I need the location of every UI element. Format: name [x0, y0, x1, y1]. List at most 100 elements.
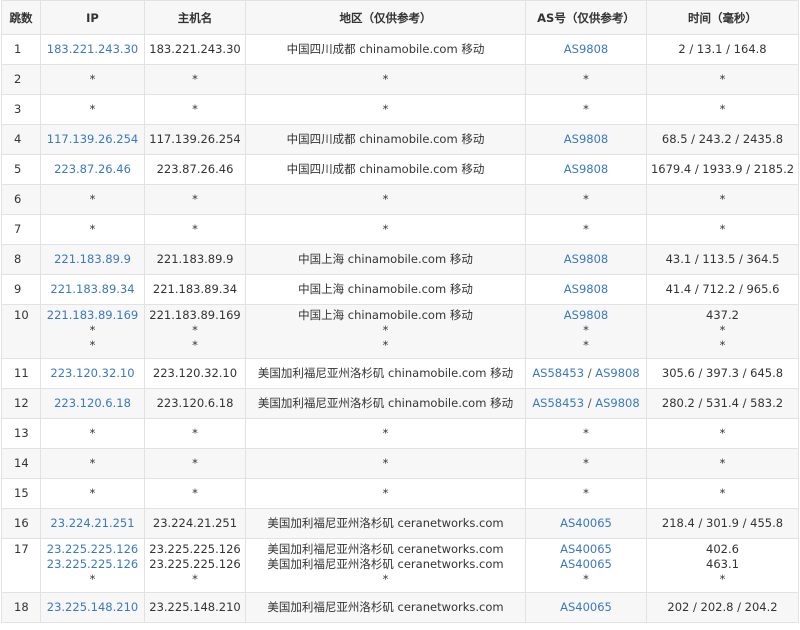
ip-text: *	[89, 338, 96, 352]
ip-link[interactable]: 221.183.89.34	[44, 282, 141, 297]
region-text: 中国上海 chinamobile.com 移动	[298, 282, 473, 296]
as-link[interactable]: AS58453	[532, 396, 584, 410]
hostname-cell: 223.120.32.10	[144, 358, 246, 389]
ip-cell: 221.183.89.169 * *	[40, 304, 145, 359]
as-link[interactable]: AS40065	[560, 516, 612, 530]
region-cell: 美国加利福尼亚州洛杉矶 ceranetworks.com	[245, 592, 526, 623]
as-cell: *	[525, 94, 647, 125]
hostname-cell: *	[144, 214, 246, 245]
as-link[interactable]: AS40065	[560, 600, 612, 614]
ip-link[interactable]: 23.225.225.126	[44, 557, 141, 572]
as-line: AS9808	[529, 162, 643, 177]
ip-link[interactable]: 183.221.243.30	[44, 42, 141, 57]
ip-link[interactable]: 223.120.32.10	[44, 366, 141, 381]
time-text: 463.1	[706, 557, 739, 571]
ip-link[interactable]: 221.183.89.169	[44, 308, 141, 323]
table-row: 18 23.225.148.210 23.225.148.210 美国加利福尼亚州洛杉…	[1, 592, 799, 623]
region-text: 美国加利福尼亚州洛杉矶 chinamobile.com 移动	[257, 366, 514, 380]
as-link[interactable]: AS9808	[564, 42, 608, 56]
region-text: 美国加利福尼亚州洛杉矶 ceranetworks.com	[267, 542, 504, 556]
as-cell: AS9808 * *	[525, 304, 647, 359]
region-cell: 中国四川成都 chinamobile.com 移动	[245, 124, 526, 155]
table-row: 14 * * * * *	[1, 448, 799, 479]
region-text: 中国四川成都 chinamobile.com 移动	[286, 162, 485, 176]
as-link[interactable]: AS9808	[564, 162, 608, 176]
ip-link[interactable]: 23.225.148.210	[44, 600, 141, 615]
hostname-text: 223.87.26.46	[156, 162, 234, 176]
region-text: *	[382, 456, 389, 470]
hop-number: 1	[1, 34, 41, 65]
table-row: 13 * * * * *	[1, 418, 799, 449]
time-cell: 43.1 / 113.5 / 364.5	[646, 244, 799, 275]
hostname-text: 23.225.225.126	[149, 557, 241, 571]
header-host: 主机名	[144, 0, 246, 35]
region-text: *	[382, 222, 389, 236]
ip-cell: *	[40, 184, 145, 215]
ip-link[interactable]: 23.224.21.251	[44, 516, 141, 531]
hostname-text: *	[192, 323, 198, 337]
region-text: *	[382, 486, 389, 500]
hostname-text: 183.221.243.30	[149, 42, 241, 56]
as-text: *	[583, 102, 589, 116]
as-link[interactable]: AS9808	[564, 252, 608, 266]
table-row: 16 23.224.21.251 23.224.21.251 美国加利福尼亚州洛杉矶 …	[1, 508, 799, 539]
hop-number: 2	[1, 64, 41, 95]
region-cell: *	[245, 448, 526, 479]
as-link[interactable]: AS9808	[564, 308, 608, 322]
as-text: *	[583, 192, 589, 206]
ip-link[interactable]: 221.183.89.9	[44, 252, 141, 267]
ip-link[interactable]: 23.225.225.126	[44, 542, 141, 557]
ip-cell: 221.183.89.9	[40, 244, 145, 275]
as-link[interactable]: AS40065	[560, 542, 612, 556]
header-row: 跳数 IP 主机名 地区（仅供参考） AS号（仅供参考） 时间（毫秒）	[1, 0, 799, 35]
hop-number: 10	[1, 304, 41, 359]
time-cell: 305.6 / 397.3 / 645.8	[646, 358, 799, 389]
hop-number: 3	[1, 94, 41, 125]
as-line: AS9808	[529, 252, 643, 267]
ip-text: *	[89, 426, 96, 440]
ip-cell: *	[40, 478, 145, 509]
hop-number: 6	[1, 184, 41, 215]
time-text: *	[719, 192, 726, 206]
region-cell: *	[245, 64, 526, 95]
as-text: *	[583, 338, 589, 352]
time-cell: *	[646, 418, 799, 449]
table-body: 1 183.221.243.30 183.221.243.30 中国四川成都 chin…	[1, 34, 799, 623]
ip-link[interactable]: 223.87.26.46	[44, 162, 141, 177]
time-cell: 41.4 / 712.2 / 965.6	[646, 274, 799, 305]
as-text: *	[583, 456, 589, 470]
as-line: AS9808	[529, 42, 643, 57]
hostname-cell: 183.221.243.30	[144, 34, 246, 65]
hostname-text: 221.183.89.169	[149, 308, 241, 322]
as-link[interactable]: AS9808	[564, 132, 608, 146]
hop-number: 16	[1, 508, 41, 539]
time-text: 305.6 / 397.3 / 645.8	[661, 366, 784, 380]
hop-number: 5	[1, 154, 41, 185]
table-header: 跳数 IP 主机名 地区（仅供参考） AS号（仅供参考） 时间（毫秒）	[1, 0, 799, 35]
ip-link[interactable]: 223.120.6.18	[44, 396, 141, 411]
region-text: *	[382, 72, 389, 86]
ip-cell: *	[40, 418, 145, 449]
hostname-text: 221.183.89.9	[156, 252, 234, 266]
as-link[interactable]: AS58453	[532, 366, 584, 380]
as-cell: AS9808	[525, 124, 647, 155]
as-link[interactable]: AS40065	[560, 557, 612, 571]
table-row: 8 221.183.89.9 221.183.89.9 中国上海 chinamobil…	[1, 244, 799, 275]
as-cell: AS9808	[525, 274, 647, 305]
region-cell: 美国加利福尼亚州洛杉矶 ceranetworks.com	[245, 508, 526, 539]
table-row: 4 117.139.26.254 117.139.26.254 中国四川成都 chin…	[1, 124, 799, 155]
time-text: *	[719, 338, 726, 352]
ip-cell: 183.221.243.30	[40, 34, 145, 65]
as-link[interactable]: AS9808	[595, 396, 639, 410]
hostname-text: *	[192, 222, 198, 236]
as-link[interactable]: AS9808	[564, 282, 608, 296]
hop-number: 13	[1, 418, 41, 449]
region-cell: 美国加利福尼亚州洛杉矶 chinamobile.com 移动	[245, 388, 526, 419]
time-text: *	[719, 486, 726, 500]
region-cell: *	[245, 94, 526, 125]
hostname-text: *	[192, 426, 198, 440]
as-line: *	[529, 102, 643, 117]
as-link[interactable]: AS9808	[595, 366, 639, 380]
as-line: *	[529, 572, 643, 587]
ip-link[interactable]: 117.139.26.254	[44, 132, 141, 147]
